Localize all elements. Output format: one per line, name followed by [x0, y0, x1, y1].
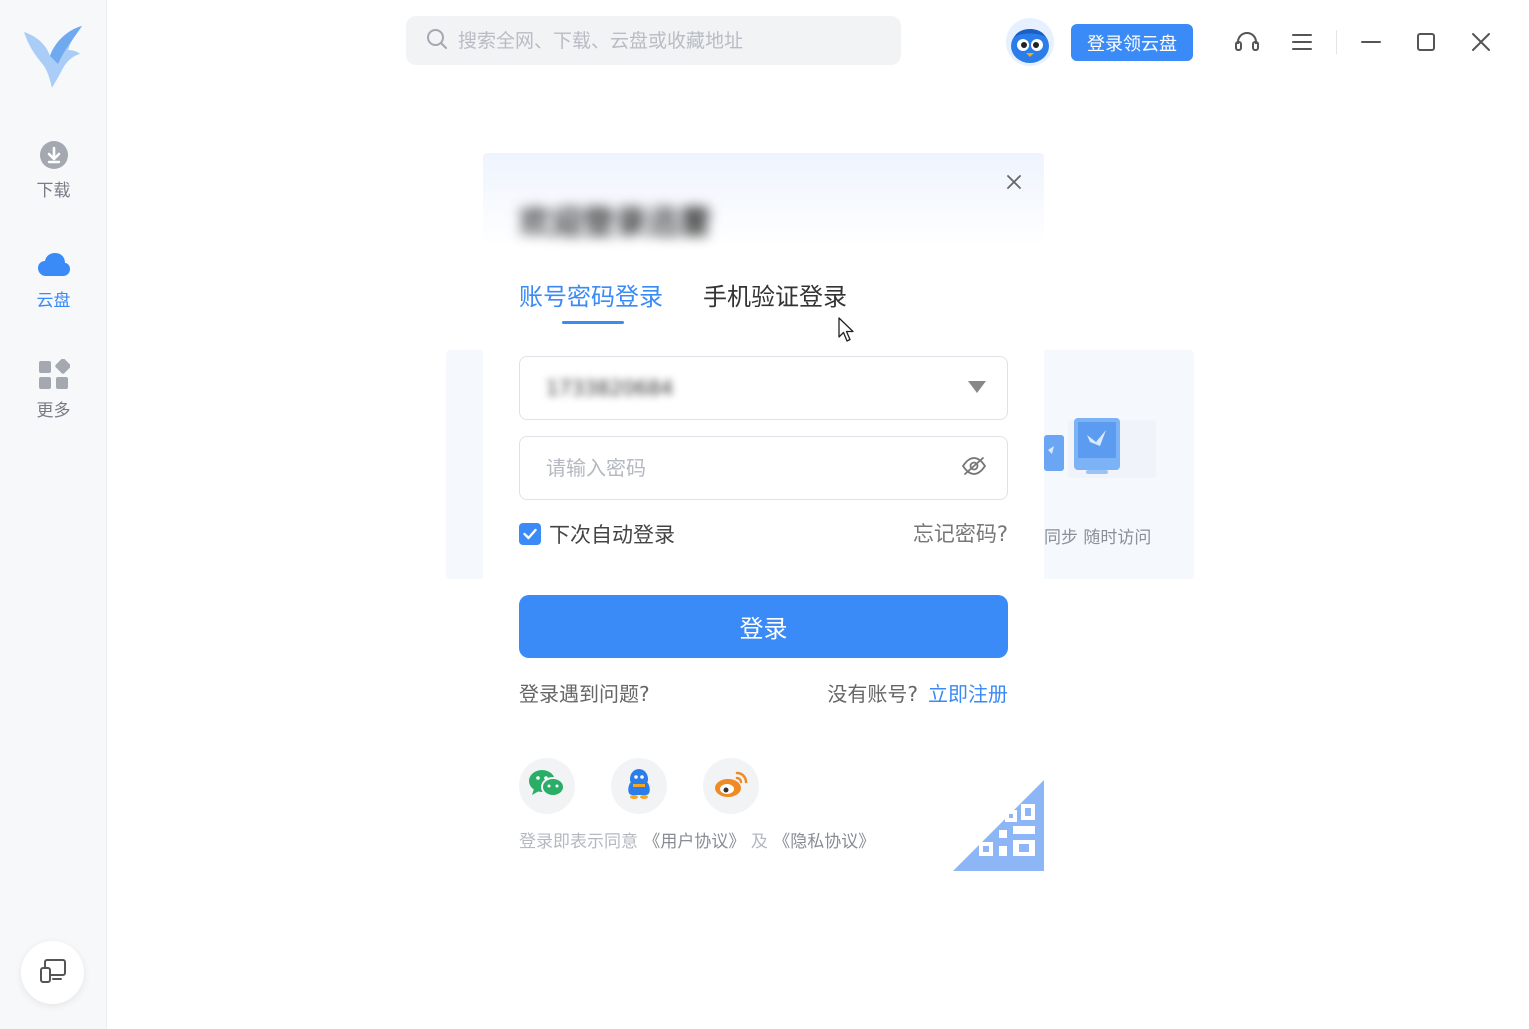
toolbar-divider — [1336, 30, 1337, 54]
mouse-cursor — [838, 317, 856, 343]
avatar[interactable] — [1006, 18, 1054, 66]
sidebar-item-label: 下载 — [36, 181, 71, 201]
tab-password-login[interactable]: 账号密码登录 — [519, 277, 663, 312]
cloud-icon — [37, 248, 71, 282]
agree-prefix: 登录即表示同意 — [519, 832, 638, 852]
search-icon — [426, 28, 448, 54]
auto-login-checkbox[interactable]: 下次自动登录 — [519, 519, 675, 549]
screen-mirror-button[interactable] — [21, 941, 84, 1004]
sidebar-item-cloud[interactable]: 云盘 — [0, 248, 107, 311]
privacy-link[interactable]: 《隐私协议》 — [773, 832, 875, 852]
agree-and: 及 — [750, 832, 768, 852]
background-card-text: 同步 随时访问 — [1044, 528, 1152, 548]
eye-hidden-icon[interactable] — [961, 456, 987, 480]
qq-icon — [625, 767, 653, 805]
headset-icon[interactable] — [1231, 26, 1263, 58]
screen-mirror-icon — [39, 958, 67, 988]
apps-icon — [37, 358, 71, 392]
maximize-icon[interactable] — [1410, 26, 1442, 58]
menu-icon[interactable] — [1286, 26, 1318, 58]
modal-close-button[interactable] — [1001, 171, 1027, 197]
search-input[interactable] — [458, 29, 878, 52]
agreement-text: 登录即表示同意 《用户协议》 及 《隐私协议》 — [519, 827, 875, 852]
account-value: 1733820684 — [546, 376, 674, 400]
account-field[interactable]: 1733820684 — [519, 356, 1008, 420]
close-icon[interactable] — [1465, 26, 1497, 58]
close-icon — [1006, 174, 1022, 194]
no-account-row: 没有账号? 立即注册 — [827, 678, 1008, 707]
qr-code-icon — [953, 780, 1044, 871]
forgot-password-link[interactable]: 忘记密码? — [913, 518, 1008, 548]
sidebar-item-download[interactable]: 下载 — [0, 138, 107, 201]
login-cloud-button[interactable]: 登录领云盘 — [1071, 24, 1193, 61]
login-problem-link[interactable]: 登录遇到问题? — [519, 678, 650, 707]
active-tab-indicator — [562, 321, 624, 324]
dropdown-arrow-icon[interactable] — [967, 379, 987, 398]
qq-login-button[interactable] — [611, 758, 667, 814]
tab-phone-login[interactable]: 手机验证登录 — [703, 277, 847, 312]
password-input[interactable] — [546, 456, 961, 480]
sidebar-item-label: 云盘 — [36, 291, 71, 311]
auto-login-label: 下次自动登录 — [549, 523, 675, 547]
modal-title: 欢迎登录迅雷 — [519, 203, 712, 241]
minimize-icon[interactable] — [1355, 26, 1387, 58]
wechat-login-button[interactable] — [519, 758, 575, 814]
app-logo[interactable] — [18, 22, 86, 90]
weibo-login-button[interactable] — [703, 758, 759, 814]
sidebar-item-label: 更多 — [36, 401, 71, 421]
wechat-icon — [528, 768, 566, 804]
login-modal: 欢迎登录迅雷 账号密码登录 手机验证登录 1733820684 下次自动登录 忘… — [483, 153, 1044, 871]
checkbox-checked-icon — [519, 523, 541, 545]
sidebar: 下载 云盘 更多 — [0, 0, 107, 1029]
search-bar[interactable] — [406, 16, 901, 65]
download-icon — [37, 138, 71, 172]
weibo-icon — [713, 769, 749, 803]
user-agreement-link[interactable]: 《用户协议》 — [643, 832, 745, 852]
login-button[interactable]: 登录 — [519, 595, 1008, 658]
sidebar-item-more[interactable]: 更多 — [0, 358, 107, 421]
password-field[interactable] — [519, 436, 1008, 500]
no-account-label: 没有账号? — [827, 682, 918, 706]
qr-login-toggle[interactable] — [953, 780, 1044, 871]
register-link[interactable]: 立即注册 — [928, 682, 1008, 706]
